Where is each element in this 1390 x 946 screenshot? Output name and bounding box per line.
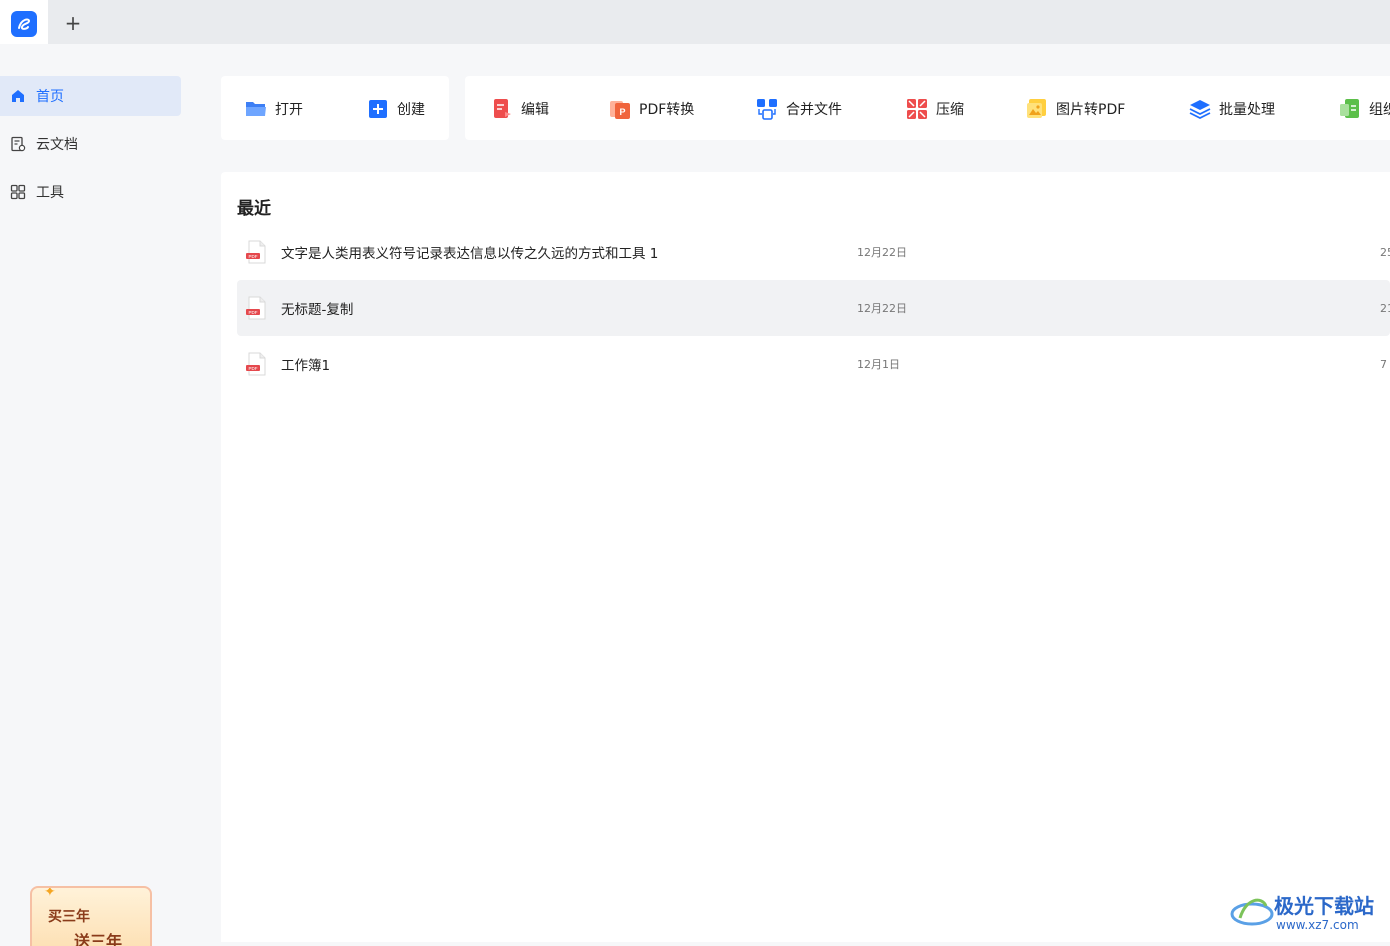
sidebar-item-label: 工具 — [36, 185, 64, 201]
merge-files-button[interactable]: 合并文件 — [756, 96, 842, 122]
pdf-file-icon: PDF — [246, 240, 266, 264]
file-date: 12月1日 — [857, 358, 900, 371]
pdf-convert-icon: P — [609, 98, 631, 120]
file-size: 25 — [1380, 245, 1390, 259]
tool-label: 图片转PDF — [1056, 102, 1126, 118]
plus-square-icon — [367, 98, 389, 120]
pdf-file-icon: PDF — [246, 296, 266, 320]
compress-icon — [906, 98, 928, 120]
pdf-convert-button[interactable]: P PDF转换 — [609, 96, 694, 122]
watermark-text: 极光下载站 — [1274, 894, 1374, 918]
batch-layers-icon — [1189, 98, 1211, 120]
file-size: 21 — [1380, 301, 1390, 315]
create-button[interactable]: 创建 — [367, 96, 425, 122]
svg-text:PDF: PDF — [249, 254, 258, 259]
sparkle-icon: ✦ — [44, 886, 56, 900]
file-name: 工作簿1 — [281, 358, 331, 374]
organize-icon — [1339, 98, 1361, 120]
sidebar-item-label: 云文档 — [36, 137, 78, 153]
sidebar-item-tools[interactable]: 工具 — [0, 172, 181, 212]
recent-title: 最近 — [237, 199, 271, 219]
tool-label: 创建 — [397, 102, 425, 118]
watermark-logo-icon — [1230, 898, 1274, 926]
edit-button[interactable]: 编辑 — [491, 96, 549, 122]
tool-label: PDF转换 — [639, 102, 695, 118]
organize-button[interactable]: 组织 — [1339, 96, 1390, 122]
tool-label: 合并文件 — [786, 102, 842, 118]
recent-panel: 最近 PDF 文字是人类用表义符号记录表达信息以传之久远的方式和工具 1 12月… — [221, 172, 1390, 942]
tool-label: 组织 — [1369, 102, 1390, 118]
image-to-pdf-button[interactable]: 图片转PDF — [1026, 96, 1125, 122]
edit-document-icon — [491, 98, 513, 120]
folder-open-icon — [245, 98, 267, 120]
tab-bar: + — [0, 0, 1390, 44]
tool-label: 编辑 — [521, 102, 549, 118]
watermark: 极光下载站 www.xz7.com — [1230, 888, 1390, 938]
table-row[interactable]: PDF 文字是人类用表义符号记录表达信息以传之久远的方式和工具 1 12月22日… — [237, 224, 1390, 280]
tools-grid-icon — [9, 183, 27, 201]
merge-files-icon — [756, 98, 778, 120]
watermark-url: www.xz7.com — [1276, 918, 1359, 932]
app-tab[interactable] — [0, 0, 48, 44]
file-date: 12月22日 — [857, 246, 907, 259]
svg-text:P: P — [619, 107, 625, 117]
batch-process-button[interactable]: 批量处理 — [1189, 96, 1275, 122]
toolbar-group-tools: 编辑 P PDF转换 合并文件 压缩 图片转PDF 批量处理 组织 — [465, 76, 1390, 140]
table-row[interactable]: PDF 无标题-复制 12月22日 21 — [237, 280, 1390, 336]
table-row[interactable]: PDF 工作簿1 12月1日 7 — [237, 336, 1390, 392]
tool-label: 打开 — [275, 102, 303, 118]
sidebar: 首页 云文档 工具 ✦ 买三年 送三年 — [0, 44, 188, 946]
svg-text:PDF: PDF — [249, 310, 258, 315]
sidebar-item-label: 首页 — [36, 89, 64, 105]
app-logo-icon — [11, 11, 37, 37]
sidebar-item-cloud-docs[interactable]: 云文档 — [0, 124, 181, 164]
tool-label: 压缩 — [936, 102, 964, 118]
promo-line1: 买三年 — [48, 909, 90, 925]
open-button[interactable]: 打开 — [245, 96, 303, 122]
file-name: 无标题-复制 — [281, 302, 354, 318]
file-date: 12月22日 — [857, 302, 907, 315]
promo-line2: 送三年 — [74, 932, 123, 946]
pdf-file-icon: PDF — [246, 352, 266, 376]
home-icon — [9, 87, 27, 105]
cloud-document-icon — [9, 135, 27, 153]
sidebar-item-home[interactable]: 首页 — [0, 76, 181, 116]
image-to-pdf-icon — [1026, 98, 1048, 120]
toolbar-group-file: 打开 创建 — [221, 76, 449, 140]
tool-label: 批量处理 — [1219, 102, 1275, 118]
file-name: 文字是人类用表义符号记录表达信息以传之久远的方式和工具 1 — [281, 246, 659, 262]
file-size: 7 — [1380, 357, 1387, 371]
promo-banner[interactable]: ✦ 买三年 送三年 — [30, 886, 152, 946]
svg-text:PDF: PDF — [249, 366, 258, 371]
add-tab-button[interactable]: + — [60, 10, 86, 36]
compress-button[interactable]: 压缩 — [906, 96, 964, 122]
